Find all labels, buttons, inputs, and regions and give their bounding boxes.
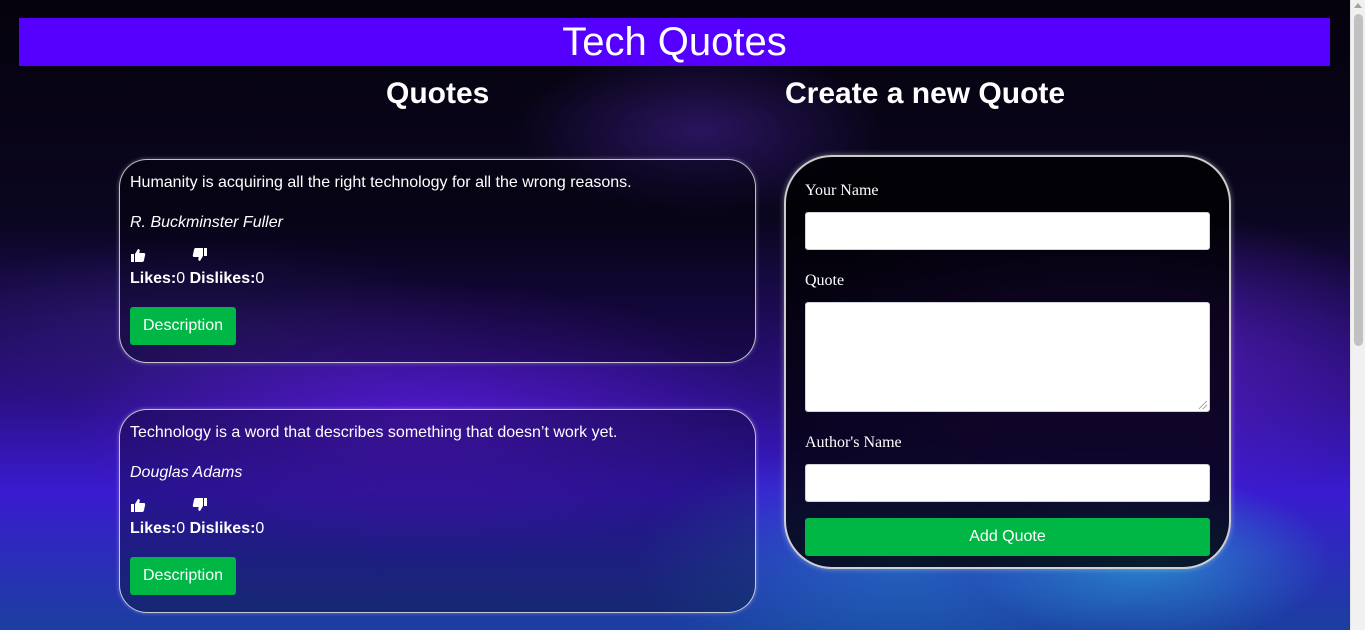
your-name-label: Your Name [805,182,879,199]
quotes-heading: Quotes [386,77,490,110]
page-title: Tech Quotes [562,20,787,64]
dislikes-count: 0 [255,520,265,537]
create-quote-heading: Create a new Quote [785,77,1066,110]
quote-textarea[interactable] [805,302,1210,412]
add-quote-button[interactable]: Add Quote [805,518,1210,556]
thumbs-up-icon[interactable] [130,247,146,263]
description-button[interactable]: Description [130,557,237,595]
description-button[interactable]: Description [130,307,237,345]
header-bar: Tech Quotes [19,18,1330,66]
likes-label: Likes: [130,520,177,537]
quote-author: R. Buckminster Fuller [130,214,283,231]
vote-row [130,497,745,513]
dislikes-label: Dislikes: [189,270,256,287]
quote-text: Technology is a word that describes some… [130,424,618,441]
thumbs-down-icon[interactable] [192,497,208,513]
author-name-input[interactable] [805,464,1210,502]
vote-counts: Likes:0 Dislikes:0 [130,519,745,539]
thumbs-down-icon[interactable] [192,247,208,263]
your-name-input[interactable] [805,212,1210,250]
quote-author: Douglas Adams [130,464,243,481]
quote-card: Humanity is acquiring all the right tech… [119,159,756,363]
likes-count: 0 [176,270,186,287]
vote-row [130,247,745,263]
quote-card: Technology is a word that describes some… [119,409,756,613]
resize-handle-icon[interactable] [1199,401,1207,409]
quote-label: Quote [805,272,845,289]
dislikes-count: 0 [255,270,265,287]
author-name-label: Author's Name [805,434,902,451]
vertical-scrollbar[interactable] [1350,0,1365,630]
scroll-up-arrow-icon[interactable] [1354,3,1362,8]
create-quote-form: Your Name Quote Author's Name Add Quote [784,155,1231,569]
quote-text: Humanity is acquiring all the right tech… [130,174,632,191]
likes-label: Likes: [130,270,177,287]
thumbs-up-icon[interactable] [130,497,146,513]
scrollbar-thumb[interactable] [1354,14,1363,346]
dislikes-label: Dislikes: [189,520,256,537]
vote-counts: Likes:0 Dislikes:0 [130,269,745,289]
likes-count: 0 [176,520,186,537]
